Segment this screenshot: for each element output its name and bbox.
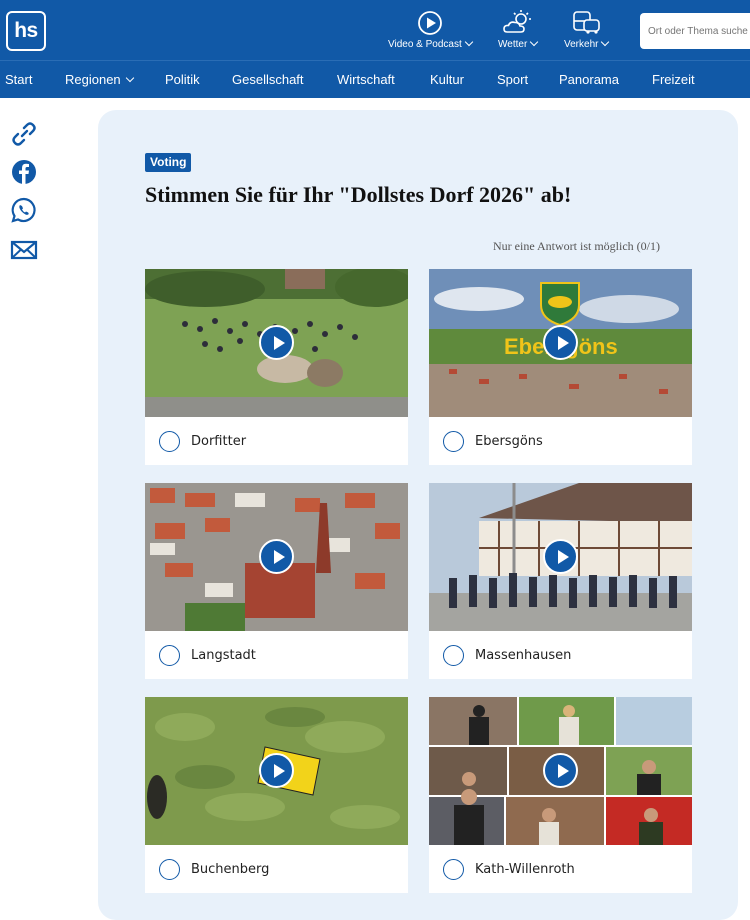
option-label: Langstadt — [191, 648, 256, 663]
traffic-menu[interactable]: Verkehr — [564, 10, 608, 50]
play-icon[interactable] — [543, 753, 578, 788]
nav-regionen[interactable]: Regionen — [65, 72, 133, 87]
nav-freizeit[interactable]: Freizeit — [652, 72, 695, 87]
radio-button[interactable] — [159, 431, 180, 452]
weather-icon — [502, 10, 531, 33]
answer-hint: Nur eine Antwort ist möglich (0/1) — [493, 239, 660, 253]
play-icon[interactable] — [259, 325, 294, 360]
link-icon[interactable] — [10, 120, 38, 148]
nav-gesellschaft[interactable]: Gesellschaft — [232, 72, 304, 87]
play-icon[interactable] — [543, 325, 578, 360]
mail-icon[interactable] — [10, 236, 38, 264]
weather-label: Wetter — [498, 39, 537, 50]
radio-button[interactable] — [443, 431, 464, 452]
video-thumbnail[interactable] — [145, 483, 408, 631]
play-icon[interactable] — [259, 753, 294, 788]
option-label: Buchenberg — [191, 862, 270, 877]
video-podcast-label: Video & Podcast — [388, 39, 472, 50]
site-logo[interactable]: hs — [6, 11, 46, 51]
play-icon[interactable] — [259, 539, 294, 574]
play-icon[interactable] — [543, 539, 578, 574]
option-label: Kath-Willenroth — [475, 862, 575, 877]
video-thumbnail[interactable] — [429, 697, 692, 845]
main-nav: Start Regionen Politik Gesellschaft Wirt… — [0, 60, 750, 98]
nav-start[interactable]: Start — [5, 72, 32, 87]
video-thumbnail[interactable] — [145, 697, 408, 845]
nav-kultur[interactable]: Kultur — [430, 72, 464, 87]
nav-panorama[interactable]: Panorama — [559, 72, 619, 87]
facebook-icon[interactable] — [10, 158, 38, 186]
video-thumbnail[interactable] — [429, 483, 692, 631]
video-podcast-menu[interactable]: Video & Podcast — [388, 10, 472, 50]
radio-button[interactable] — [443, 859, 464, 880]
voting-badge: Voting — [145, 153, 192, 172]
nav-wirtschaft[interactable]: Wirtschaft — [337, 72, 395, 87]
vote-option-kath-willenroth[interactable]: Kath-Willenroth — [429, 697, 692, 893]
weather-menu[interactable]: Wetter — [498, 10, 537, 50]
radio-button[interactable] — [159, 645, 180, 666]
vote-option-ebersgoens[interactable]: Ebersgöns Ebersgöns — [429, 269, 692, 465]
vote-option-langstadt[interactable]: Langstadt — [145, 483, 408, 679]
nav-sport[interactable]: Sport — [497, 72, 528, 87]
video-thumbnail[interactable]: Ebersgöns — [429, 269, 692, 417]
option-label: Dorfitter — [191, 434, 247, 449]
vote-option-buchenberg[interactable]: Buchenberg — [145, 697, 408, 893]
traffic-icon — [573, 11, 601, 34]
radio-button[interactable] — [159, 859, 180, 880]
play-circle-icon — [417, 11, 442, 35]
traffic-label: Verkehr — [564, 39, 608, 50]
option-label: Ebersgöns — [475, 434, 543, 449]
nav-politik[interactable]: Politik — [165, 72, 200, 87]
whatsapp-icon[interactable] — [10, 196, 38, 224]
search-input[interactable] — [640, 13, 750, 49]
option-label: Massenhausen — [475, 648, 572, 663]
video-thumbnail[interactable] — [145, 269, 408, 417]
radio-button[interactable] — [443, 645, 464, 666]
vote-option-dorfitter[interactable]: Dorfitter — [145, 269, 408, 465]
vote-option-massenhausen[interactable]: Massenhausen — [429, 483, 692, 679]
voting-title: Stimmen Sie für Ihr "Dollstes Dorf 2026"… — [145, 182, 572, 207]
top-header: hs Video & Podcast Wetter Verkehr — [0, 0, 750, 60]
